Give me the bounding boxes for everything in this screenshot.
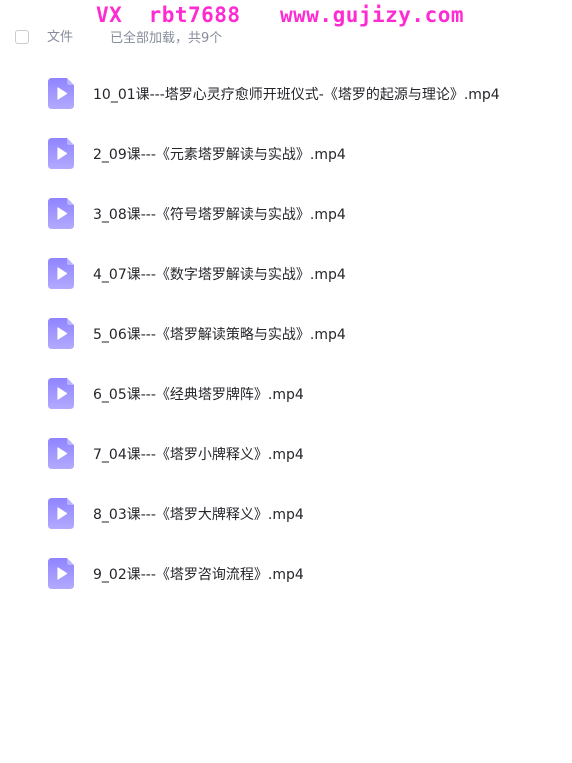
file-name[interactable]: 5_06课---《塔罗解读策略与实战》.mp4 bbox=[93, 326, 346, 344]
file-row[interactable]: 7_04课---《塔罗小牌释义》.mp4 bbox=[0, 425, 572, 485]
file-name[interactable]: 6_05课---《经典塔罗牌阵》.mp4 bbox=[93, 386, 304, 404]
file-name[interactable]: 8_03课---《塔罗大牌释义》.mp4 bbox=[93, 506, 304, 524]
file-row[interactable]: 2_09课---《元素塔罗解读与实战》.mp4 bbox=[0, 125, 572, 185]
video-file-icon bbox=[48, 378, 74, 409]
file-row[interactable]: 10_01课---塔罗心灵疗愈师开班仪式-《塔罗的起源与理论》.mp4 bbox=[0, 65, 572, 125]
video-file-icon bbox=[48, 258, 74, 289]
file-row[interactable]: 8_03课---《塔罗大牌释义》.mp4 bbox=[0, 485, 572, 545]
file-name[interactable]: 2_09课---《元素塔罗解读与实战》.mp4 bbox=[93, 146, 346, 164]
video-file-icon bbox=[48, 318, 74, 349]
column-label-file: 文件 bbox=[47, 30, 74, 45]
file-list-header: 文件 已全部加载，共9个 bbox=[0, 26, 572, 52]
watermark-text: VX rbt7688 www.gujizy.com bbox=[96, 3, 465, 27]
video-file-icon bbox=[48, 78, 74, 109]
video-file-icon bbox=[48, 198, 74, 229]
file-name[interactable]: 9_02课---《塔罗咨询流程》.mp4 bbox=[93, 566, 304, 584]
select-all-checkbox[interactable] bbox=[15, 30, 29, 44]
file-name[interactable]: 3_08课---《符号塔罗解读与实战》.mp4 bbox=[93, 206, 346, 224]
file-list: 10_01课---塔罗心灵疗愈师开班仪式-《塔罗的起源与理论》.mp4 2_09… bbox=[0, 65, 572, 605]
video-file-icon bbox=[48, 438, 74, 469]
file-name[interactable]: 10_01课---塔罗心灵疗愈师开班仪式-《塔罗的起源与理论》.mp4 bbox=[93, 86, 500, 104]
video-file-icon bbox=[48, 498, 74, 529]
video-file-icon bbox=[48, 558, 74, 589]
load-status-text: 已全部加载，共9个 bbox=[110, 31, 223, 46]
file-row[interactable]: 5_06课---《塔罗解读策略与实战》.mp4 bbox=[0, 305, 572, 365]
file-row[interactable]: 9_02课---《塔罗咨询流程》.mp4 bbox=[0, 545, 572, 605]
file-name[interactable]: 4_07课---《数字塔罗解读与实战》.mp4 bbox=[93, 266, 346, 284]
video-file-icon bbox=[48, 138, 74, 169]
file-row[interactable]: 4_07课---《数字塔罗解读与实战》.mp4 bbox=[0, 245, 572, 305]
file-row[interactable]: 6_05课---《经典塔罗牌阵》.mp4 bbox=[0, 365, 572, 425]
file-row[interactable]: 3_08课---《符号塔罗解读与实战》.mp4 bbox=[0, 185, 572, 245]
file-name[interactable]: 7_04课---《塔罗小牌释义》.mp4 bbox=[93, 446, 304, 464]
